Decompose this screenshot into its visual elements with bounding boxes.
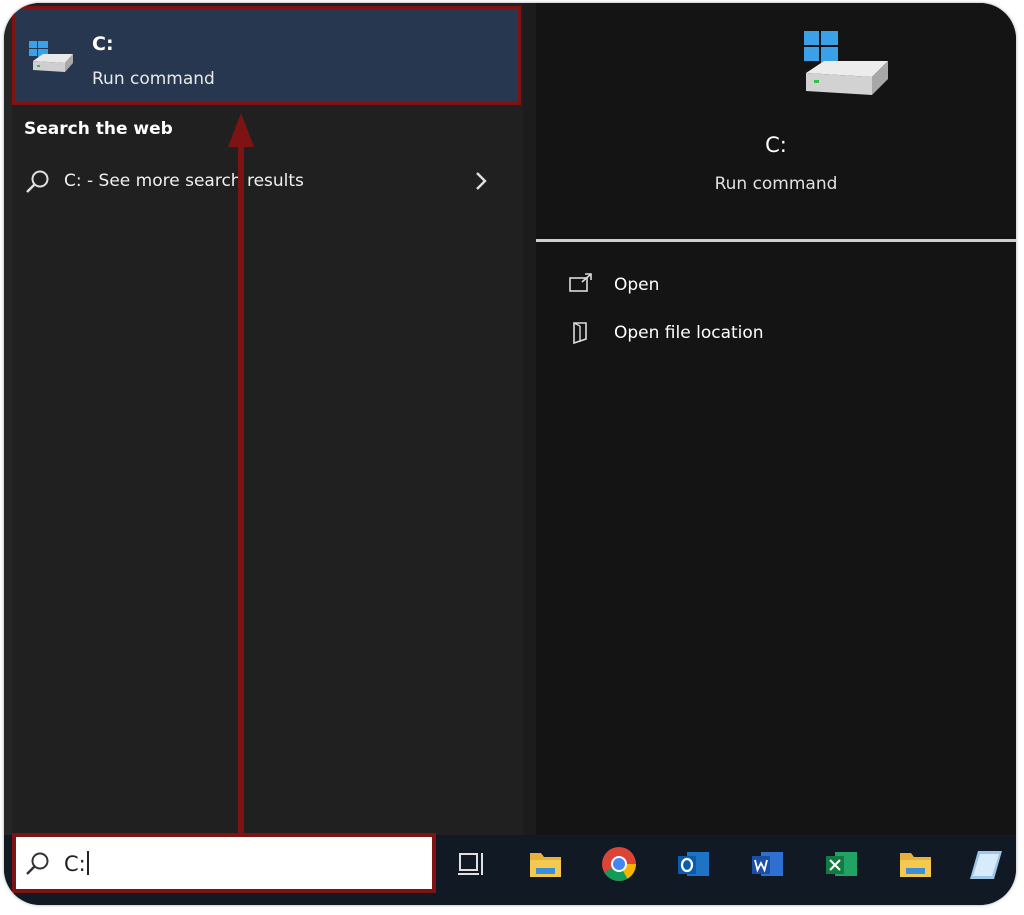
chevron-right-icon[interactable]: [472, 168, 490, 198]
search-the-web-header: Search the web: [24, 119, 173, 139]
text-caret: [86, 851, 89, 875]
preview-pane: [536, 3, 1016, 835]
search-icon: [24, 168, 52, 200]
chrome-icon[interactable]: [596, 841, 642, 887]
search-icon: [24, 850, 52, 882]
open-icon: [568, 273, 594, 299]
best-match-result[interactable]: C: Run command: [12, 6, 521, 105]
annotation-arrow-head: [228, 113, 254, 147]
open-file-location-action[interactable]: Open file location: [568, 319, 988, 349]
excel-icon[interactable]: [818, 841, 864, 887]
taskbar-search-box[interactable]: C:: [12, 833, 436, 893]
preview-title: C:: [765, 133, 787, 157]
search-input-value: C:: [64, 852, 86, 876]
preview-divider: [536, 239, 1016, 242]
best-match-title: C:: [92, 33, 114, 55]
annotation-arrow-line: [238, 139, 244, 835]
folder-icon[interactable]: [892, 841, 938, 887]
task-view-icon[interactable]: [448, 841, 494, 887]
open-action[interactable]: Open: [568, 271, 988, 301]
word-icon[interactable]: [744, 841, 790, 887]
notepad-icon[interactable]: [962, 841, 1008, 887]
file-location-icon: [568, 321, 594, 349]
web-search-result[interactable]: C: - See more search results: [12, 159, 521, 205]
preview-subtitle: Run command: [714, 174, 838, 194]
start-search-window: C: Run command Search the web C: - See m…: [4, 3, 1016, 905]
open-action-label: Open: [614, 275, 660, 295]
best-match-subtitle: Run command: [92, 69, 215, 89]
open-file-location-label: Open file location: [614, 323, 764, 343]
left-edge: [4, 3, 12, 835]
drive-app-icon: [29, 40, 75, 79]
results-scrollbar-track[interactable]: [523, 3, 536, 835]
file-explorer-icon[interactable]: [522, 841, 568, 887]
web-search-result-text: C: - See more search results: [64, 171, 304, 191]
outlook-icon[interactable]: [670, 841, 716, 887]
drive-preview-icon: [800, 29, 890, 105]
search-input[interactable]: C:: [64, 851, 89, 876]
